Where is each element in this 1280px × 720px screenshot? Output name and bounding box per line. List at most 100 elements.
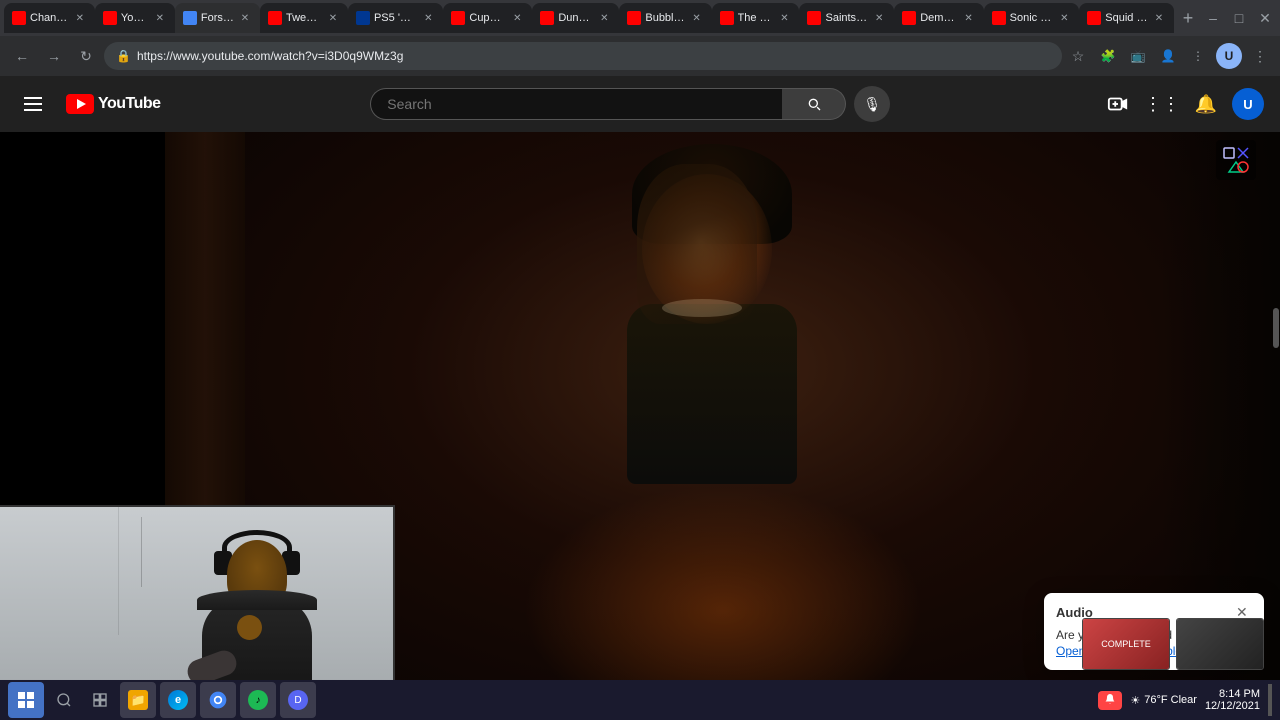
spotify-icon: ♪ bbox=[248, 690, 268, 710]
taskbar-right-area: ☀ 76°F Clear 8:14 PM 12/12/2021 bbox=[1098, 684, 1272, 716]
tab-label: YouTube bbox=[121, 12, 149, 24]
tab-matrix[interactable]: The Matri... ✕ bbox=[712, 3, 800, 33]
tab-close[interactable]: ✕ bbox=[597, 11, 611, 25]
tab-cuphead[interactable]: Cuphead:... ✕ bbox=[443, 3, 532, 33]
video-area[interactable]: 14K DISLIKE SHARE bbox=[0, 132, 1280, 720]
taskbar-search-icon bbox=[56, 692, 72, 708]
tab-close[interactable]: ✕ bbox=[73, 11, 87, 25]
minimize-icon[interactable]: – bbox=[1202, 7, 1224, 29]
refresh-button[interactable]: ↻ bbox=[72, 42, 100, 70]
person-hand bbox=[237, 615, 262, 640]
tab-close[interactable]: ✕ bbox=[1057, 11, 1071, 25]
extension-icon[interactable]: 🧩 bbox=[1096, 44, 1120, 68]
taskbar-date-text: 12/12/2021 bbox=[1205, 700, 1260, 712]
thumb-preview-1: COMPLETE bbox=[1083, 619, 1169, 669]
tab-favicon bbox=[103, 11, 117, 25]
tab-label: Twentyso... bbox=[286, 12, 322, 24]
tab-label: Cuphead:... bbox=[469, 12, 506, 24]
taskbar-edge[interactable]: e bbox=[160, 682, 196, 718]
tab-close[interactable]: ✕ bbox=[421, 11, 435, 25]
hamburger-menu[interactable] bbox=[16, 89, 50, 119]
search-input[interactable] bbox=[370, 88, 782, 120]
thumb-label-1: COMPLETE bbox=[1099, 637, 1153, 651]
tab-ps5[interactable]: PS5 'Game... ✕ bbox=[348, 3, 443, 33]
taskbar-search[interactable] bbox=[48, 682, 80, 718]
youtube-header: YouTube 🎙 ⋮⋮ 🔔 U bbox=[0, 76, 1280, 132]
account-icon[interactable]: 👤 bbox=[1156, 44, 1180, 68]
notification-badge bbox=[1098, 691, 1122, 710]
tab-close[interactable]: ✕ bbox=[238, 11, 252, 25]
taskbar-task-view[interactable] bbox=[84, 682, 116, 718]
windows-logo-icon bbox=[17, 691, 35, 709]
tab-favicon bbox=[807, 11, 821, 25]
tab-sonic[interactable]: Sonic From... ✕ bbox=[984, 3, 1080, 33]
scrollbar-thumb[interactable] bbox=[1273, 308, 1279, 348]
tab-label: Squid Gam... bbox=[1105, 12, 1148, 24]
search-button[interactable] bbox=[782, 88, 846, 120]
tab-squid[interactable]: Squid Gam... ✕ bbox=[1079, 3, 1174, 33]
close-icon[interactable]: ✕ bbox=[1254, 7, 1276, 29]
youtube-logo[interactable]: YouTube bbox=[66, 94, 161, 114]
youtube-logo-text: YouTube bbox=[98, 95, 161, 113]
tab-favicon bbox=[720, 11, 734, 25]
taskbar-chrome[interactable] bbox=[200, 682, 236, 718]
camera-plus-icon bbox=[1107, 93, 1129, 115]
task-view-icon bbox=[92, 692, 108, 708]
tab-close[interactable]: ✕ bbox=[872, 11, 886, 25]
tab-dune[interactable]: Dune Spi... ✕ bbox=[532, 3, 619, 33]
scrollbar-track bbox=[1272, 132, 1280, 720]
tab-favicon bbox=[12, 11, 26, 25]
tab-demon[interactable]: Demon Sl... ✕ bbox=[894, 3, 983, 33]
taskbar-discord[interactable]: D bbox=[280, 682, 316, 718]
tab-close[interactable]: ✕ bbox=[962, 11, 976, 25]
voice-search-button[interactable]: 🎙 bbox=[854, 86, 890, 122]
tab-close[interactable]: ✕ bbox=[153, 11, 167, 25]
tab-twentyso[interactable]: Twentyso... ✕ bbox=[260, 3, 348, 33]
main-content: 14K DISLIKE SHARE bbox=[0, 132, 1280, 720]
browser-profile[interactable]: U bbox=[1216, 43, 1242, 69]
tab-close[interactable]: ✕ bbox=[1152, 11, 1166, 25]
thumbnail-item-1[interactable]: COMPLETE bbox=[1082, 618, 1170, 670]
tab-label: Sonic From... bbox=[1010, 12, 1054, 24]
tab-forspoken[interactable]: Forspoken ✕ bbox=[175, 3, 260, 33]
create-button[interactable] bbox=[1100, 86, 1136, 122]
tab-saints[interactable]: Saints Row... ✕ bbox=[799, 3, 894, 33]
thumbnail-item-2[interactable] bbox=[1176, 618, 1264, 670]
user-avatar[interactable]: U bbox=[1232, 88, 1264, 120]
menu-icon[interactable]: ⋮ bbox=[1248, 44, 1272, 68]
lock-icon: 🔒 bbox=[116, 49, 131, 63]
thumb-preview-2 bbox=[1177, 619, 1263, 669]
tab-close[interactable]: ✕ bbox=[690, 11, 704, 25]
settings-icon[interactable]: ⋮ bbox=[1186, 44, 1210, 68]
wire bbox=[141, 517, 142, 587]
apps-button[interactable]: ⋮⋮ bbox=[1144, 86, 1180, 122]
maximize-icon[interactable]: □ bbox=[1228, 7, 1250, 29]
tab-close[interactable]: ✕ bbox=[510, 11, 524, 25]
taskbar-clock: 8:14 PM 12/12/2021 bbox=[1205, 688, 1260, 712]
tab-favicon bbox=[356, 11, 370, 25]
browser-tab-bar: Channel o... ✕ YouTube ✕ Forspoken ✕ Twe… bbox=[0, 0, 1280, 36]
start-button[interactable] bbox=[8, 682, 44, 718]
taskbar-file-explorer[interactable]: 📁 bbox=[120, 682, 156, 718]
back-button[interactable]: ← bbox=[8, 42, 36, 70]
address-bar[interactable]: 🔒 https://www.youtube.com/watch?v=i3D0q9… bbox=[104, 42, 1062, 70]
new-tab-button[interactable]: + bbox=[1174, 4, 1202, 32]
tab-bubble[interactable]: Bubble | O... ✕ bbox=[619, 3, 711, 33]
tab-favicon bbox=[183, 11, 197, 25]
tab-youtube[interactable]: YouTube ✕ bbox=[95, 3, 175, 33]
taskbar-spotify[interactable]: ♪ bbox=[240, 682, 276, 718]
tab-close[interactable]: ✕ bbox=[777, 11, 791, 25]
notifications-button[interactable]: 🔔 bbox=[1188, 86, 1224, 122]
thumbnail-strip: COMPLETE bbox=[1082, 618, 1264, 670]
tab-close[interactable]: ✕ bbox=[326, 11, 340, 25]
cast-icon[interactable]: 📺 bbox=[1126, 44, 1150, 68]
tab-channel[interactable]: Channel o... ✕ bbox=[4, 3, 95, 33]
edge-icon: e bbox=[168, 690, 188, 710]
tab-favicon bbox=[451, 11, 465, 25]
discord-icon: D bbox=[288, 690, 308, 710]
tab-label: Saints Row... bbox=[825, 12, 868, 24]
show-desktop-button[interactable] bbox=[1268, 684, 1272, 716]
forward-button[interactable]: → bbox=[40, 42, 68, 70]
tab-favicon bbox=[627, 11, 641, 25]
bookmark-icon[interactable]: ☆ bbox=[1066, 44, 1090, 68]
